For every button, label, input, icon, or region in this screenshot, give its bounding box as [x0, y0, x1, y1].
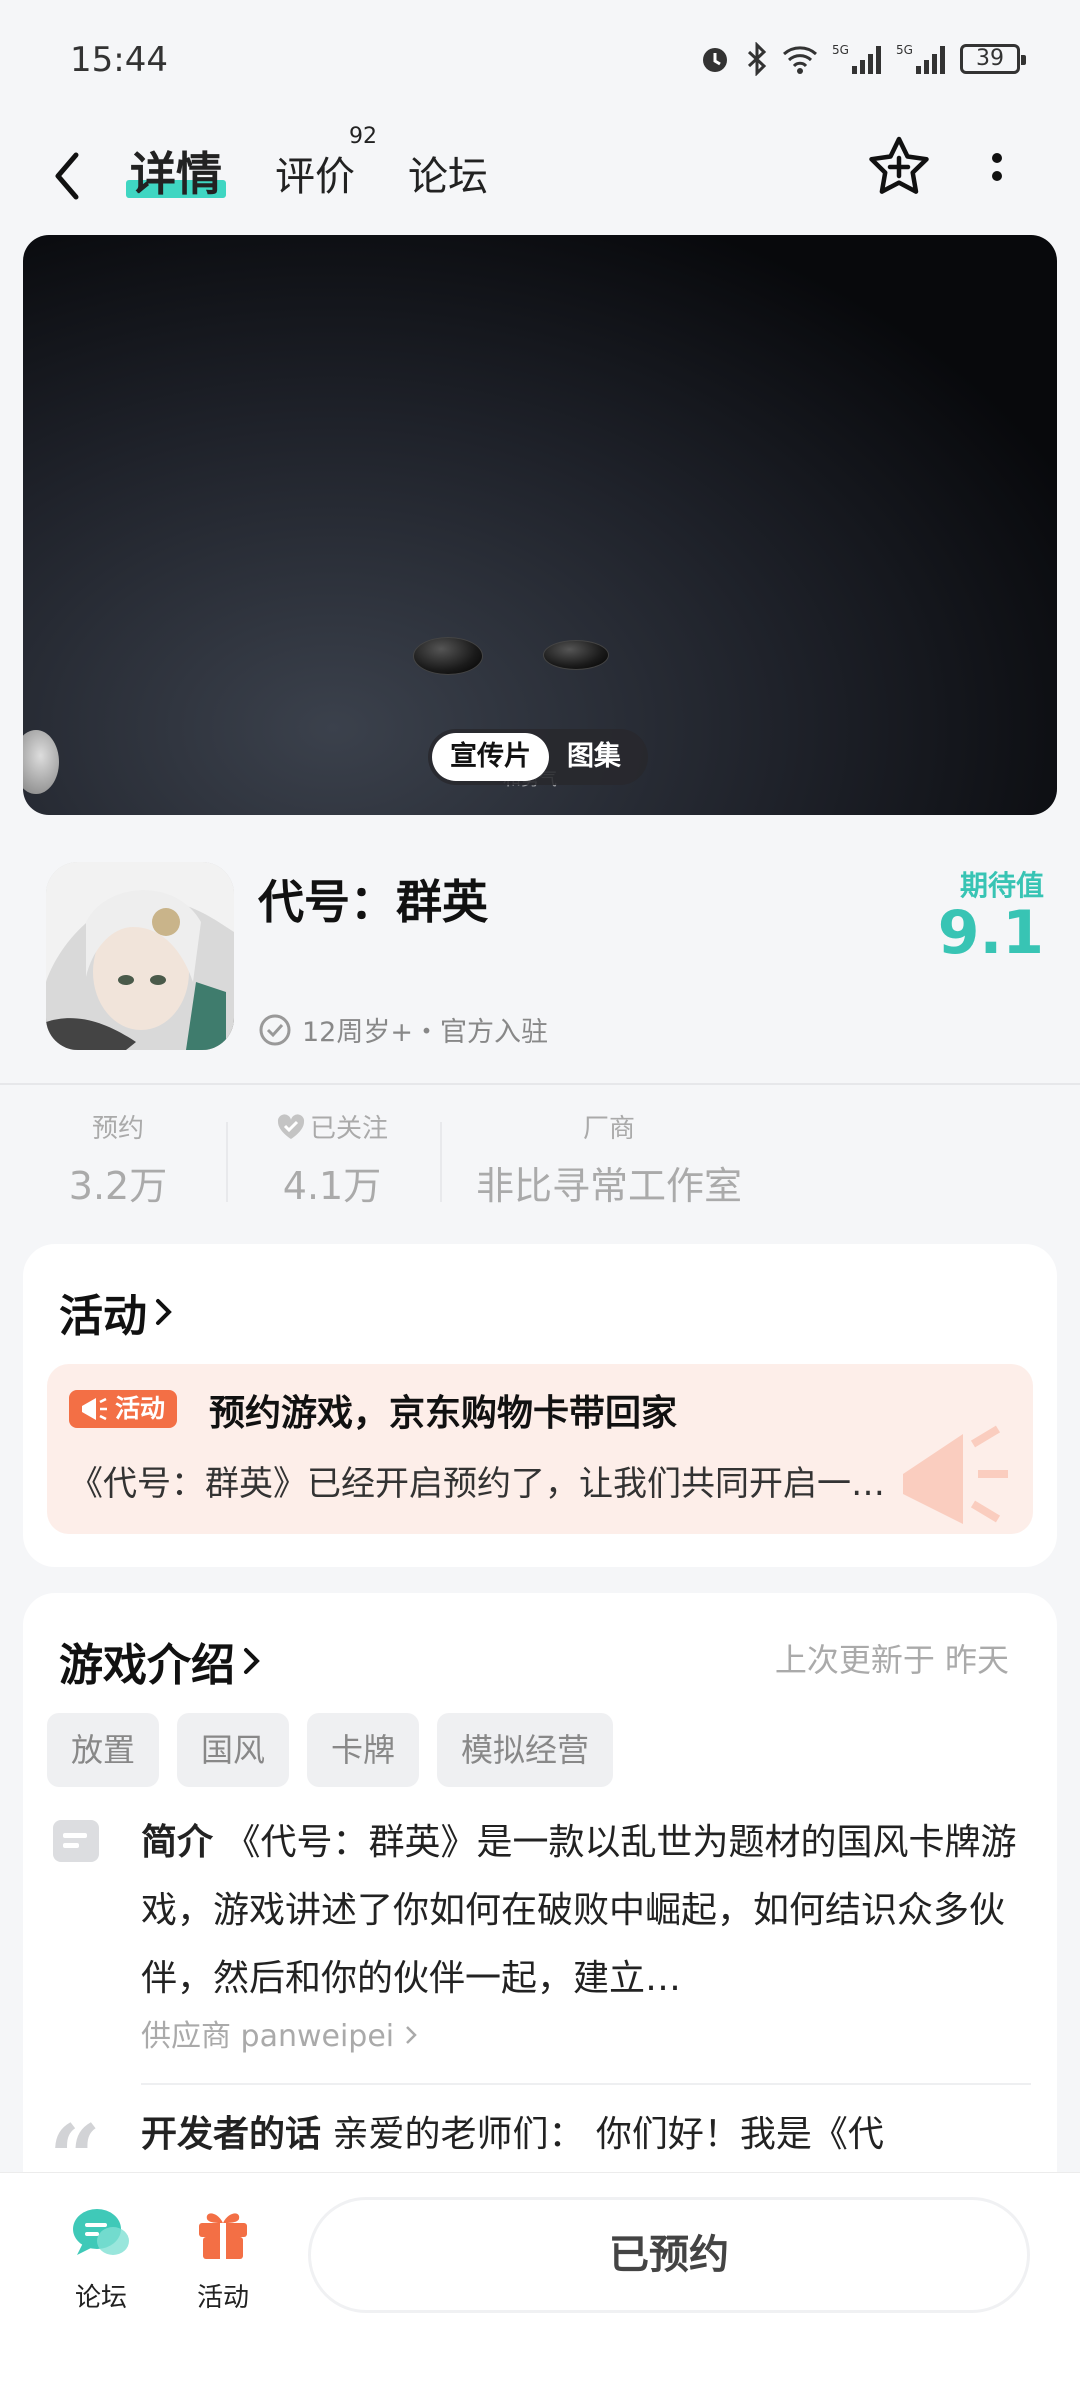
hero-video[interactable]: 和勇气 宣传片 图集: [23, 235, 1057, 815]
forum-chat-icon: [73, 2209, 129, 2255]
section-divider: [0, 1083, 1080, 1085]
top-nav: 详情 评价 92 论坛: [0, 120, 1080, 232]
summary-text: 《代号：群英》是一款以乱世为题材的国风卡牌游戏，游戏讲述了你如何在破败中崛起，如…: [141, 1822, 1017, 1999]
go-stone-image: [413, 637, 483, 675]
activity-badge: 活动: [69, 1390, 178, 1428]
expectation-score: 9.1: [937, 898, 1044, 968]
stat-value: 非比寻常工作室: [475, 1164, 742, 1208]
signal-5g-icon-2: 5G: [896, 43, 945, 74]
media-toggle-gallery[interactable]: 图集: [549, 733, 639, 781]
star-plus-icon: [869, 136, 929, 194]
stat-followers[interactable]: 已关注 4.1万: [262, 1108, 402, 1210]
summary-label: 简介: [141, 1822, 214, 1863]
age-rating-label: 12周岁+・官方入驻: [302, 1017, 548, 1048]
megaphone-icon: [82, 1397, 107, 1421]
more-options-button[interactable]: [980, 140, 1020, 200]
status-bar: 15:44 5G 5G 39: [0, 0, 1080, 120]
developer-note[interactable]: 开发者的话 亲爱的老师们： 你们好！我是《代: [141, 2105, 1031, 2157]
activity-title-label: 活动: [59, 1291, 147, 1342]
tab-forum[interactable]: 论坛: [408, 144, 488, 202]
activity-headline: 预约游戏，京东购物卡带回家: [209, 1393, 678, 1434]
heart-check-icon: [277, 1113, 305, 1139]
stat-label: 已关注: [309, 1114, 388, 1144]
alarm-icon: [703, 48, 727, 72]
game-portrait-image: [46, 862, 234, 1050]
reserved-button[interactable]: 已预约: [308, 2197, 1030, 2313]
bottom-activity-button[interactable]: 活动: [168, 2203, 278, 2314]
stat-developer[interactable]: 厂商 非比寻常工作室: [464, 1108, 754, 1210]
activity-badge-label: 活动: [115, 1394, 166, 1423]
tag-item[interactable]: 国风: [177, 1713, 290, 1787]
tab-forum-label: 论坛: [408, 154, 488, 200]
game-title: 代号：群英: [258, 875, 488, 929]
activity-section-title[interactable]: 活动: [59, 1280, 175, 1344]
back-button[interactable]: [52, 140, 112, 212]
wifi-icon: [783, 46, 817, 74]
status-icons: 5G 5G 39: [698, 42, 1026, 76]
summary-icon: [53, 1820, 99, 1862]
bluetooth-icon: [747, 42, 767, 76]
stat-label: 预约: [91, 1114, 144, 1144]
stat-divider: [440, 1122, 442, 1202]
status-time: 15:44: [70, 40, 168, 80]
bottom-activity-label: 活动: [196, 2283, 249, 2313]
bottom-forum-button[interactable]: 论坛: [46, 2203, 156, 2314]
bottom-action-bar: 论坛 活动 已预约: [0, 2172, 1080, 2382]
verified-check-icon: [259, 1014, 291, 1045]
tag-item[interactable]: 放置: [47, 1713, 160, 1787]
activity-card: 活动 活动 预约游戏，京东购物卡带回家 《代号：群英》已经开启预约了，让我们共同…: [23, 1244, 1057, 1567]
more-vertical-icon: [992, 153, 1002, 181]
tab-details[interactable]: 详情: [126, 138, 226, 204]
bottom-forum-label: 论坛: [74, 2283, 127, 2313]
developer-note-label: 开发者的话: [141, 2114, 322, 2155]
stat-reservations: 预约 3.2万: [58, 1108, 178, 1210]
game-summary[interactable]: 简介 《代号：群英》是一款以乱世为题材的国风卡牌游戏，游戏讲述了你如何在破败中崛…: [141, 1809, 1031, 2013]
signal-5g-icon: 5G: [832, 43, 881, 74]
tab-details-label: 详情: [130, 147, 222, 201]
tab-reviews[interactable]: 评价 92: [275, 124, 377, 202]
game-intro-section-title[interactable]: 游戏介绍: [59, 1629, 263, 1693]
media-toggle: 宣传片 图集: [428, 729, 648, 785]
tag-item[interactable]: 模拟经营: [437, 1713, 614, 1787]
supplier-label: 供应商 panweipei: [141, 2019, 395, 2054]
tag-item[interactable]: 卡牌: [307, 1713, 420, 1787]
chevron-right-icon: [244, 1648, 260, 1674]
tag-list: 放置 国风 卡牌 模拟经营: [47, 1713, 614, 1787]
svg-text:5G: 5G: [832, 43, 849, 57]
gift-icon: [199, 2213, 247, 2259]
chevron-left-icon: [55, 152, 79, 200]
game-icon: [46, 862, 234, 1050]
activity-description: 《代号：群英》已经开启预约了，让我们共同开启一…: [69, 1464, 885, 1504]
supplier-link[interactable]: 供应商 panweipei: [141, 2011, 418, 2055]
last-updated-note: 上次更新于 昨天: [774, 1641, 1009, 1679]
tab-reviews-label: 评价: [275, 154, 355, 200]
chevron-right-icon: [156, 1299, 172, 1325]
stat-divider: [226, 1122, 228, 1202]
developer-note-text: 亲爱的老师们： 你们好！我是《代: [332, 2114, 884, 2155]
activity-item[interactable]: 活动 预约游戏，京东购物卡带回家 《代号：群英》已经开启预约了，让我们共同开启一…: [47, 1364, 1033, 1534]
game-intro-title-label: 游戏介绍: [59, 1640, 235, 1691]
chevron-right-icon: [405, 2026, 417, 2044]
go-stone-white-image: [23, 730, 59, 794]
favorite-button[interactable]: [866, 134, 932, 200]
stat-value: 4.1万: [282, 1164, 382, 1208]
stat-label: 厂商: [582, 1114, 635, 1144]
reviews-count-badge: 92: [349, 124, 377, 149]
intro-divider: [141, 2083, 1031, 2085]
stat-value: 3.2万: [68, 1164, 168, 1208]
go-stone-image: [543, 640, 609, 670]
battery-icon: 39: [960, 44, 1026, 74]
svg-text:5G: 5G: [896, 43, 913, 57]
game-meta: 12周岁+・官方入驻: [258, 1010, 548, 1049]
media-toggle-trailer[interactable]: 宣传片: [432, 733, 549, 781]
